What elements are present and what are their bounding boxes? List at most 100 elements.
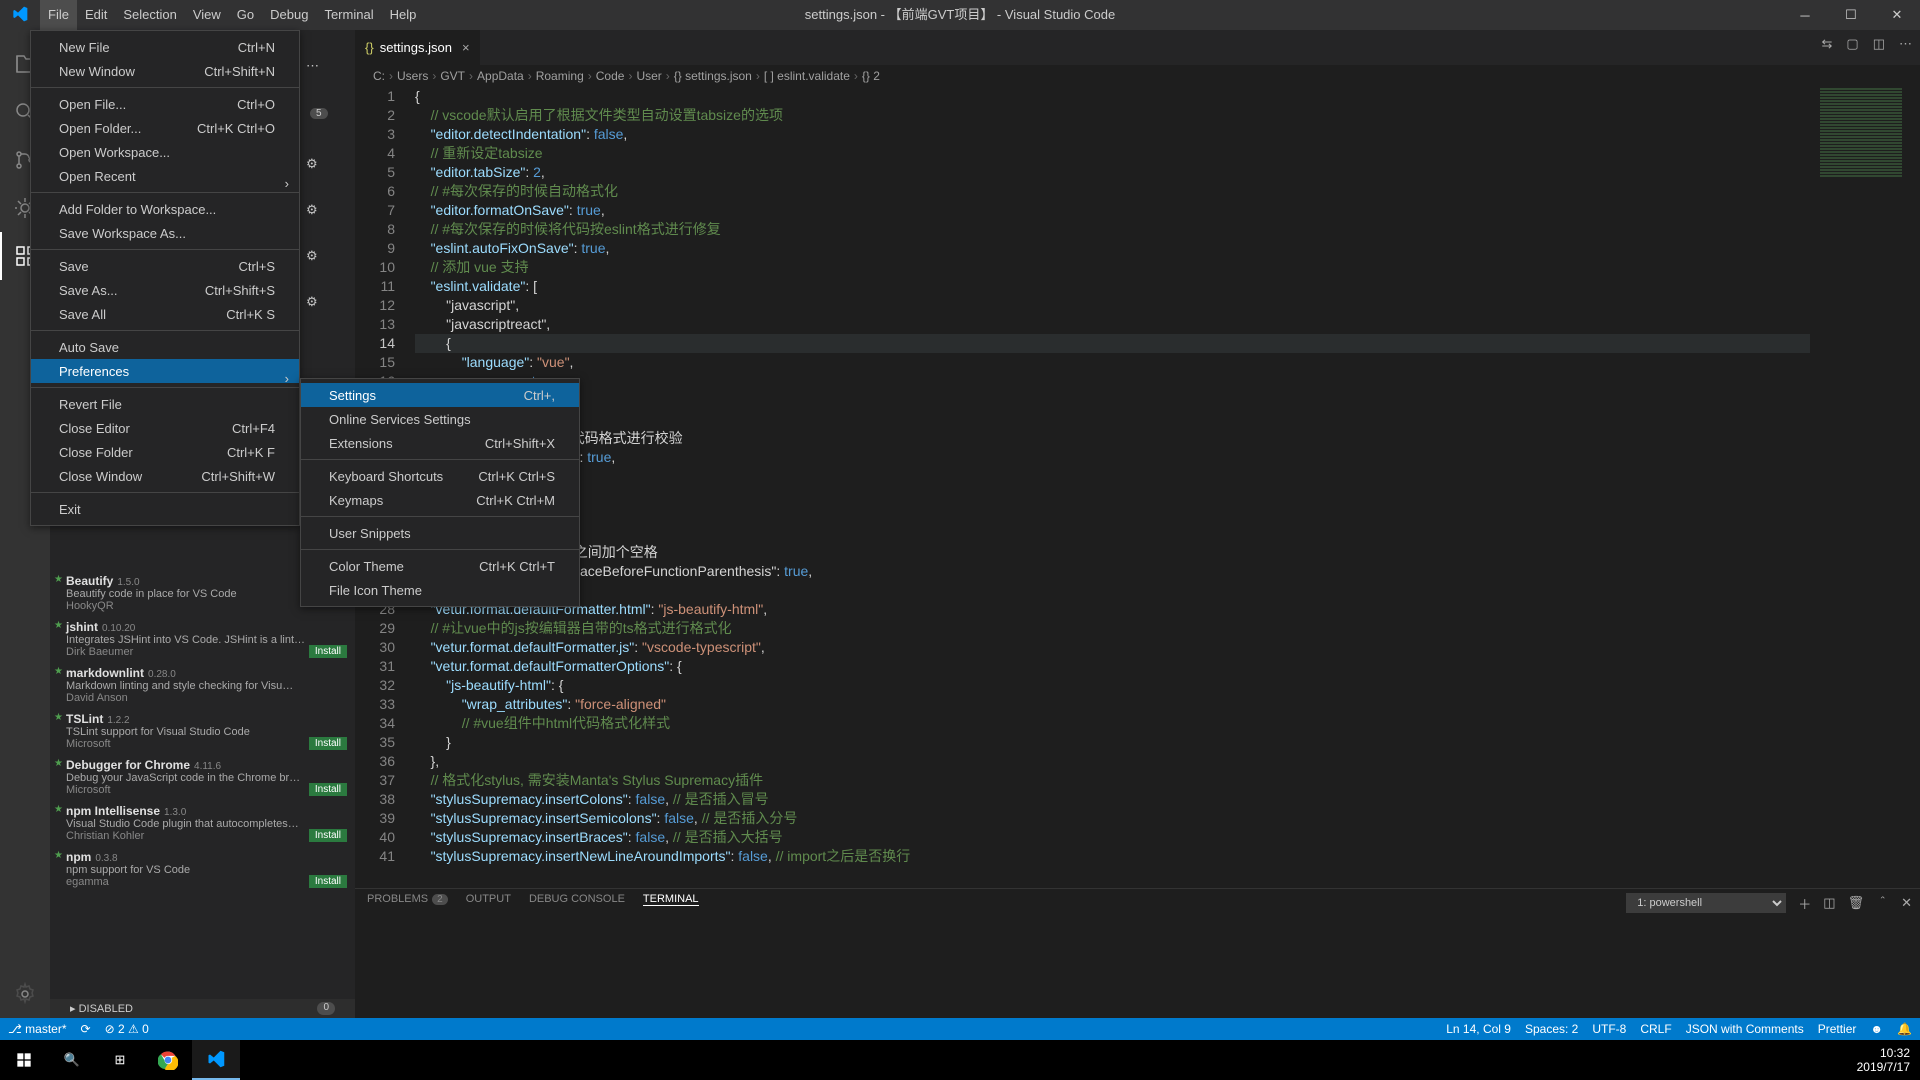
close-button[interactable]: ✕ (1874, 0, 1920, 30)
install-button[interactable]: Install (309, 875, 347, 888)
menu-item-open-folder-[interactable]: Open Folder...Ctrl+K Ctrl+O (31, 116, 299, 140)
install-button[interactable]: Install (309, 737, 347, 750)
git-branch[interactable]: ⎇ master* (8, 1022, 67, 1036)
tab-problems[interactable]: PROBLEMS2 (367, 893, 448, 906)
breadcrumb-segment[interactable]: [ ] eslint.validate (764, 69, 850, 83)
menu-item-close-folder[interactable]: Close FolderCtrl+K F (31, 440, 299, 464)
menu-item-keyboard-shortcuts[interactable]: Keyboard ShortcutsCtrl+K Ctrl+S (301, 464, 579, 488)
menu-item-save-all[interactable]: Save AllCtrl+K S (31, 302, 299, 326)
menu-item-save-as-[interactable]: Save As...Ctrl+Shift+S (31, 278, 299, 302)
indentation[interactable]: Spaces: 2 (1525, 1022, 1578, 1036)
menu-debug[interactable]: Debug (262, 0, 316, 30)
extension-item[interactable]: ★jshint0.10.20Integrates JSHint into VS … (50, 616, 355, 662)
encoding[interactable]: UTF-8 (1592, 1022, 1626, 1036)
minimap[interactable] (1816, 87, 1906, 287)
breadcrumb-segment[interactable]: {} settings.json (674, 69, 752, 83)
split-terminal-icon[interactable]: ◫ (1823, 895, 1835, 911)
taskbar-clock[interactable]: 10:32 2019/7/17 (1857, 1040, 1910, 1080)
problems-status[interactable]: ⊘ 2 ⚠ 0 (105, 1022, 149, 1036)
menu-item-add-folder-to-workspace-[interactable]: Add Folder to Workspace... (31, 197, 299, 221)
menu-item-keymaps[interactable]: KeymapsCtrl+K Ctrl+M (301, 488, 579, 512)
extension-item[interactable]: ★Debugger for Chrome4.11.6Debug your Jav… (50, 754, 355, 800)
code-text[interactable]: { // vscode默认启用了根据文件类型自动设置tabsize的选项 "ed… (415, 87, 1810, 866)
menu-item-new-file[interactable]: New FileCtrl+N (31, 35, 299, 59)
menu-item-user-snippets[interactable]: User Snippets (301, 521, 579, 545)
disabled-section[interactable]: ▸ DISABLED 0 (50, 999, 355, 1018)
menu-edit[interactable]: Edit (77, 0, 115, 30)
menu-item-file-icon-theme[interactable]: File Icon Theme (301, 578, 579, 602)
breadcrumb-segment[interactable]: User (636, 69, 661, 83)
cursor-position[interactable]: Ln 14, Col 9 (1446, 1022, 1511, 1036)
compare-icon[interactable]: ⇆ (1822, 36, 1833, 52)
split-icon[interactable]: ◫ (1873, 36, 1885, 52)
breadcrumb-segment[interactable]: Code (596, 69, 625, 83)
menu-item-revert-file[interactable]: Revert File (31, 392, 299, 416)
terminal-selector[interactable]: 1: powershell (1626, 893, 1786, 913)
sync-icon[interactable]: ⟳ (81, 1022, 91, 1036)
extension-item[interactable]: ★markdownlint0.28.0Markdown linting and … (50, 662, 355, 708)
trash-icon[interactable]: 🗑 (1848, 895, 1865, 911)
extension-item[interactable]: ★npm0.3.8npm support for VS CodeegammaIn… (50, 846, 355, 892)
gear-icon[interactable]: ⚙ (306, 202, 318, 218)
breadcrumb-segment[interactable]: {} 2 (862, 69, 880, 83)
chrome-icon[interactable] (144, 1040, 192, 1080)
menu-item-exit[interactable]: Exit (31, 497, 299, 521)
gear-icon[interactable]: ⚙ (306, 156, 318, 172)
menu-item-extensions[interactable]: ExtensionsCtrl+Shift+X (301, 431, 579, 455)
menu-file[interactable]: File (40, 0, 77, 30)
more-icon[interactable]: ⋯ (306, 58, 319, 74)
menu-view[interactable]: View (185, 0, 229, 30)
more-icon[interactable]: ⋯ (1899, 36, 1912, 52)
breadcrumb-segment[interactable]: C: (373, 69, 385, 83)
install-button[interactable]: Install (309, 829, 347, 842)
settings-gear-icon[interactable] (0, 970, 50, 1018)
prettier-status[interactable]: Prettier (1818, 1022, 1857, 1036)
menu-item-color-theme[interactable]: Color ThemeCtrl+K Ctrl+T (301, 554, 579, 578)
search-taskbar-icon[interactable]: 🔍 (48, 1040, 96, 1080)
menu-item-auto-save[interactable]: Auto Save (31, 335, 299, 359)
feedback-icon[interactable]: ☻ (1870, 1022, 1883, 1036)
language-mode[interactable]: JSON with Comments (1686, 1022, 1804, 1036)
breadcrumb-segment[interactable]: Roaming (536, 69, 584, 83)
breadcrumb-segment[interactable]: AppData (477, 69, 524, 83)
tab-terminal[interactable]: TERMINAL (643, 893, 699, 906)
menu-item-open-workspace-[interactable]: Open Workspace... (31, 140, 299, 164)
tab-settings-json[interactable]: {} settings.json × (355, 30, 480, 65)
gear-icon[interactable]: ⚙ (306, 294, 318, 310)
maximize-panel-icon[interactable]: ＾ (1876, 894, 1889, 913)
install-button[interactable]: Install (309, 645, 347, 658)
breadcrumb[interactable]: C:›Users›GVT›AppData›Roaming›Code›User›{… (355, 65, 1920, 87)
start-button[interactable] (0, 1040, 48, 1080)
close-icon[interactable]: × (462, 40, 470, 55)
menu-item-new-window[interactable]: New WindowCtrl+Shift+N (31, 59, 299, 83)
install-button[interactable]: Install (309, 783, 347, 796)
breadcrumb-segment[interactable]: GVT (440, 69, 465, 83)
breadcrumb-segment[interactable]: Users (397, 69, 428, 83)
menu-item-save[interactable]: SaveCtrl+S (31, 254, 299, 278)
menu-item-close-window[interactable]: Close WindowCtrl+Shift+W (31, 464, 299, 488)
open-settings-icon[interactable]: ▢ (1846, 36, 1858, 52)
menu-item-settings[interactable]: SettingsCtrl+, (301, 383, 579, 407)
menu-item-preferences[interactable]: Preferences (31, 359, 299, 383)
menu-selection[interactable]: Selection (115, 0, 184, 30)
menu-item-close-editor[interactable]: Close EditorCtrl+F4 (31, 416, 299, 440)
menu-terminal[interactable]: Terminal (316, 0, 381, 30)
new-terminal-icon[interactable]: ＋ (1798, 894, 1811, 913)
task-view-icon[interactable]: ⊞ (96, 1040, 144, 1080)
tab-debug-console[interactable]: DEBUG CONSOLE (529, 893, 625, 906)
tab-output[interactable]: OUTPUT (466, 893, 511, 906)
menu-item-open-recent[interactable]: Open Recent (31, 164, 299, 188)
menu-item-open-file-[interactable]: Open File...Ctrl+O (31, 92, 299, 116)
gear-icon[interactable]: ⚙ (306, 248, 318, 264)
extension-item[interactable]: ★npm Intellisense1.3.0Visual Studio Code… (50, 800, 355, 846)
menu-item-save-workspace-as-[interactable]: Save Workspace As... (31, 221, 299, 245)
eol[interactable]: CRLF (1640, 1022, 1671, 1036)
notifications-icon[interactable]: 🔔 (1897, 1022, 1912, 1036)
vscode-taskbar-icon[interactable] (192, 1040, 240, 1080)
menu-item-online-services-settings[interactable]: Online Services Settings (301, 407, 579, 431)
maximize-button[interactable]: ☐ (1828, 0, 1874, 30)
menu-help[interactable]: Help (382, 0, 425, 30)
extension-item[interactable]: ★TSLint1.2.2TSLint support for Visual St… (50, 708, 355, 754)
close-panel-icon[interactable]: ✕ (1901, 895, 1912, 911)
minimize-button[interactable]: ─ (1782, 0, 1828, 30)
